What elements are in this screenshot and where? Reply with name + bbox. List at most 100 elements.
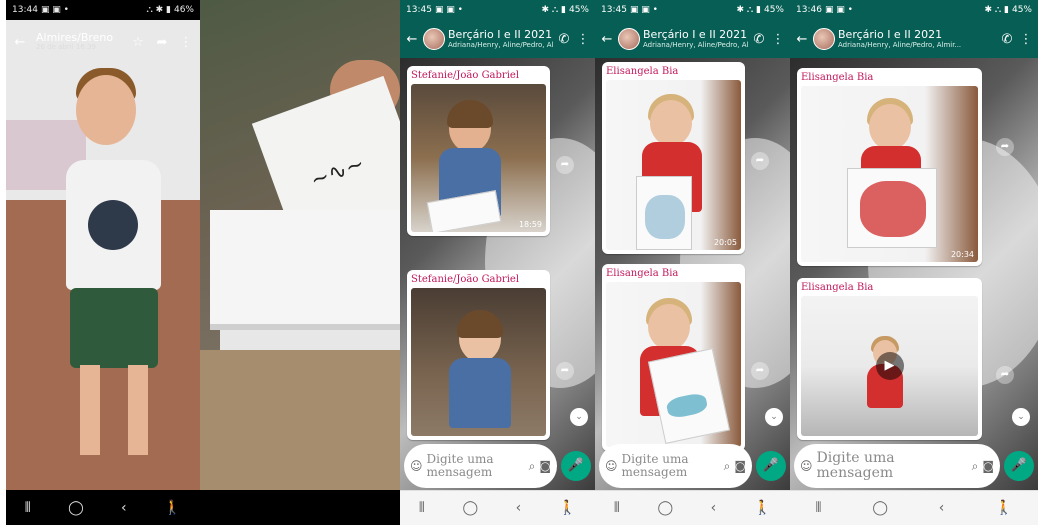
chat-screen-1: 13:45 ▣ ▣ • ✱ ⛬ ▮ 45% ← Berçário I e II 20… <box>400 0 595 525</box>
recent-apps-icon[interactable]: ⦀ <box>419 500 425 516</box>
chat-messages[interactable]: Elisangela Bia 20:34 Elisangela Bia ▶ ➦ … <box>790 58 1038 490</box>
chat-screen-3: 13:46 ▣ ▣ • ✱ ⛬ ▮ 45% ← Berçário I e II 20… <box>790 0 1038 525</box>
media-message[interactable]: Elisangela Bia 20:34 <box>797 68 982 266</box>
message-placeholder: Digite uma mensagem <box>426 451 494 479</box>
photo-thumbnail[interactable]: 20:05 <box>606 80 741 250</box>
forward-icon[interactable]: ➦ <box>996 366 1014 384</box>
share-icon[interactable]: ➦ <box>154 35 170 50</box>
call-icon[interactable]: ✆ <box>999 32 1015 47</box>
sender-name: Stefanie/João Gabriel <box>411 274 520 285</box>
composer: ☺ Digite uma mensagem ⌕ ◙ 🎤 <box>404 444 591 488</box>
camera-icon[interactable]: ◙ <box>734 459 746 473</box>
more-icon[interactable]: ⋮ <box>1018 32 1034 47</box>
photo-thumbnail[interactable] <box>411 288 546 436</box>
group-avatar[interactable] <box>618 28 640 50</box>
mic-button[interactable]: 🎤 <box>1004 451 1034 481</box>
chat-messages[interactable]: Stefanie/João Gabriel 18:59 Stefanie/Joã… <box>400 58 595 490</box>
scroll-down-icon[interactable]: ⌄ <box>570 408 588 426</box>
recent-apps-icon[interactable]: ⦀ <box>25 500 31 516</box>
forward-icon[interactable]: ➦ <box>556 156 574 174</box>
more-icon[interactable]: ⋮ <box>770 32 786 47</box>
group-avatar[interactable] <box>813 28 835 50</box>
notification-icons: ▣ ▣ • <box>824 5 853 15</box>
play-icon[interactable]: ▶ <box>875 352 904 380</box>
forward-icon[interactable]: ➦ <box>556 362 574 380</box>
group-members: Adriana/Henry, Aline/Pedro, Almir... <box>643 41 748 50</box>
home-icon[interactable]: ◯ <box>68 500 84 516</box>
viewer-toolbar: ← Almires/Breno 26 de abril 16:39 ☆ ➦ ⋮ <box>6 22 200 62</box>
scroll-down-icon[interactable]: ⌄ <box>1012 408 1030 426</box>
chat-messages[interactable]: Elisangela Bia 20:05 Elisangela Bia ➦ ➦ … <box>595 58 790 490</box>
signal-icons: ⛬ ✱ ▮ <box>146 5 171 15</box>
attach-icon[interactable]: ⌕ <box>529 459 536 474</box>
more-icon[interactable]: ⋮ <box>178 35 194 50</box>
group-avatar[interactable] <box>423 28 445 50</box>
group-name[interactable]: Berçário I e II 2021 <box>448 29 553 42</box>
back-icon[interactable]: ‹ <box>711 500 717 516</box>
back-arrow-icon[interactable]: ← <box>794 32 810 47</box>
home-icon[interactable]: ◯ <box>462 500 478 516</box>
photo-thumbnail[interactable]: 20:34 <box>801 86 978 262</box>
forward-icon[interactable]: ➦ <box>751 152 769 170</box>
call-icon[interactable]: ✆ <box>751 32 767 47</box>
mic-button[interactable]: 🎤 <box>756 451 786 481</box>
message-input[interactable]: ☺ Digite uma mensagem ⌕ ◙ <box>404 444 557 488</box>
message-time: 20:34 <box>950 250 974 259</box>
attach-icon[interactable]: ⌕ <box>972 459 979 474</box>
battery-level: 45% <box>1011 5 1032 15</box>
media-message[interactable]: Elisangela Bia <box>602 264 745 451</box>
system-nav-bar: ⦀ ◯ ‹ 🚶 <box>790 490 1038 525</box>
chat-header[interactable]: ← Berçário I e II 2021 Adriana/Henry, Al… <box>400 20 595 58</box>
attach-icon[interactable]: ⌕ <box>724 459 731 474</box>
sender-name: Stefanie/João Gabriel <box>411 70 520 81</box>
home-icon[interactable]: ◯ <box>872 500 888 516</box>
message-time: 18:59 <box>518 220 542 229</box>
media-message[interactable]: Stefanie/João Gabriel <box>407 270 550 440</box>
back-icon[interactable]: ‹ <box>939 500 945 516</box>
scroll-down-icon[interactable]: ⌄ <box>765 408 783 426</box>
emoji-icon[interactable]: ☺ <box>410 459 423 473</box>
system-nav-bar: ⦀ ◯ ‹ 🚶 <box>400 490 595 525</box>
back-arrow-icon[interactable]: ← <box>12 35 28 50</box>
recent-apps-icon[interactable]: ⦀ <box>815 500 821 516</box>
back-icon[interactable]: ‹ <box>516 500 522 516</box>
home-icon[interactable]: ◯ <box>657 500 673 516</box>
photo-thumbnail[interactable]: 18:59 <box>411 84 546 232</box>
accessibility-icon[interactable]: 🚶 <box>559 500 576 516</box>
call-icon[interactable]: ✆ <box>556 32 572 47</box>
message-input[interactable]: ☺ Digite uma mensagem ⌕ ◙ <box>599 444 752 488</box>
photo-thumbnail[interactable] <box>606 282 741 447</box>
status-bar: 13:44 ▣ ▣ • ⛬ ✱ ▮ 46% <box>6 0 200 20</box>
video-thumbnail[interactable]: ▶ <box>801 296 978 436</box>
accessibility-icon[interactable]: 🚶 <box>995 500 1012 516</box>
media-message[interactable]: Stefanie/João Gabriel 18:59 <box>407 66 550 236</box>
group-name[interactable]: Berçário I e II 2021 <box>643 29 748 42</box>
emoji-icon[interactable]: ☺ <box>605 459 618 473</box>
chat-header[interactable]: ← Berçário I e II 2021 Adriana/Henry, Al… <box>790 20 1038 58</box>
battery-level: 45% <box>763 5 784 15</box>
status-bar: 13:46 ▣ ▣ • ✱ ⛬ ▮ 45% <box>790 0 1038 20</box>
recent-apps-icon[interactable]: ⦀ <box>614 500 620 516</box>
more-icon[interactable]: ⋮ <box>575 32 591 47</box>
media-message[interactable]: Elisangela Bia ▶ <box>797 278 982 440</box>
group-name[interactable]: Berçário I e II 2021 <box>838 29 996 42</box>
emoji-icon[interactable]: ☺ <box>800 459 813 473</box>
forward-icon[interactable]: ➦ <box>751 362 769 380</box>
back-icon[interactable]: ‹ <box>121 500 127 516</box>
status-time: 13:45 <box>601 5 627 15</box>
system-nav-bar: ⦀ ◯ ‹ 🚶 <box>595 490 790 525</box>
back-arrow-icon[interactable]: ← <box>599 32 615 47</box>
star-icon[interactable]: ☆ <box>130 35 146 50</box>
message-input[interactable]: ☺ Digite uma mensagem ⌕ ◙ <box>794 444 1000 488</box>
accessibility-icon[interactable]: 🚶 <box>754 500 771 516</box>
camera-icon[interactable]: ◙ <box>982 459 994 473</box>
forward-icon[interactable]: ➦ <box>996 138 1014 156</box>
composer: ☺ Digite uma mensagem ⌕ ◙ 🎤 <box>599 444 786 488</box>
back-arrow-icon[interactable]: ← <box>404 32 420 47</box>
notification-icons: ▣ ▣ • <box>434 5 463 15</box>
media-message[interactable]: Elisangela Bia 20:05 <box>602 62 745 254</box>
camera-icon[interactable]: ◙ <box>539 459 551 473</box>
accessibility-icon[interactable]: 🚶 <box>164 500 181 516</box>
mic-button[interactable]: 🎤 <box>561 451 591 481</box>
chat-header[interactable]: ← Berçário I e II 2021 Adriana/Henry, Al… <box>595 20 790 58</box>
